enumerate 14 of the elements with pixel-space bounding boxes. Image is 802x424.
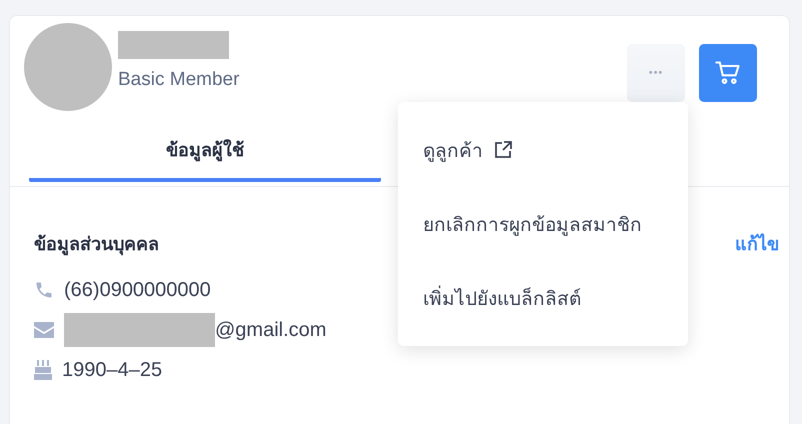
tab[interactable]: ข้อมูลผู้ใช้: [29, 135, 381, 182]
envelope-icon: [34, 322, 54, 338]
menu-item[interactable]: ยกเลิกการผูกข้อมูลสมาชิก: [398, 202, 688, 246]
cart-icon: [714, 59, 742, 87]
menu-item[interactable]: ดูลูกค้า: [398, 128, 688, 172]
menu-item[interactable]: เพิ่มไปยังแบล็กลิสต์: [398, 276, 688, 320]
member-level: Basic Member: [118, 69, 240, 91]
detail-value: (66)0900000000: [64, 278, 211, 302]
cart-button[interactable]: [699, 44, 757, 102]
cake-icon: [34, 360, 52, 380]
phone-icon: [34, 280, 54, 300]
detail-value: 1990–4–25: [62, 358, 162, 382]
section-title: ข้อมูลส่วนบุคคล: [34, 233, 159, 258]
detail-value: @gmail.com: [215, 318, 326, 342]
